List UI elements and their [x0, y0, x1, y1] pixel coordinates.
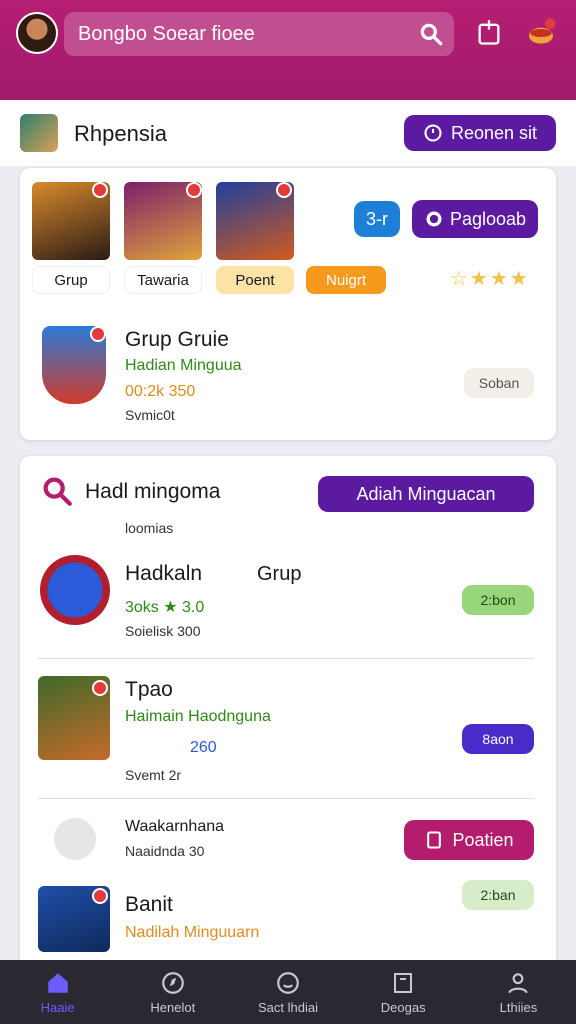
item-action-label: Poatien [452, 829, 514, 850]
chip-label: 2:ban [480, 887, 516, 903]
bottom-navigation: Haaie Henelot Sact lhdiai Deogas Lthiies [0, 960, 576, 1024]
item-meta: Svmic0t [125, 407, 175, 423]
item-action-button[interactable]: Poatien [404, 820, 534, 860]
item-stats: 260 [190, 739, 217, 756]
search-input-text[interactable]: Bongbo Soear fioee [78, 23, 255, 46]
user-avatar[interactable] [16, 12, 58, 54]
list-action-label: Adiah Minguacan [356, 483, 496, 504]
list-action-button[interactable]: Adiah Minguacan [318, 476, 534, 512]
item-title: Hadkaln [125, 562, 203, 585]
item-subtitle: Haimain Haodnguna [125, 708, 271, 725]
nav-label: Sact lhdiai [258, 999, 318, 1015]
tag-chip[interactable]: Tawaria [124, 266, 202, 294]
nav-home[interactable]: Haaie [0, 960, 115, 1024]
count-pill[interactable]: 3-r [354, 201, 400, 237]
notification-badge [92, 888, 108, 904]
tag-label: Grup [54, 271, 88, 289]
notification-badge [276, 182, 292, 198]
tag-chip[interactable]: Poent [216, 266, 294, 294]
nav-explore[interactable]: Henelot [115, 960, 230, 1024]
item-subtitle: Nadilah Minguuarn [125, 924, 260, 941]
item-title-extra: Grup [257, 563, 302, 585]
game-icon[interactable] [40, 555, 110, 625]
notification-badge [92, 680, 108, 696]
nav-label: Haaie [40, 999, 75, 1015]
item-action-chip[interactable]: 2:ban [462, 880, 534, 910]
nav-label: Henelot [150, 999, 196, 1015]
item-subtitle: Hadian Minguua [125, 357, 242, 374]
share-icon [478, 20, 500, 45]
item-meta: Svemt 2r [125, 767, 182, 783]
tag-chip[interactable]: Grup [32, 266, 110, 294]
item-title: Waakarnhana [125, 818, 225, 835]
item-subtitle: 3oks ★ 3.0 [125, 599, 205, 616]
user-icon [508, 972, 529, 993]
section-action-label: Reonen sit [450, 122, 538, 143]
search-icon[interactable] [418, 21, 444, 47]
nav-label: Lthiies [499, 999, 538, 1015]
divider [38, 798, 534, 799]
count-pill-label: 3-r [366, 208, 388, 229]
search-icon [43, 477, 72, 506]
section-action-button[interactable]: Reonen sit [404, 115, 556, 151]
home-icon [47, 972, 68, 993]
nav-profile[interactable]: Lthiies [461, 960, 576, 1024]
compass-icon [161, 971, 184, 994]
share-button[interactable] [472, 16, 506, 50]
chip-label: Soban [478, 375, 520, 391]
tag-label: Nuigrt [325, 271, 366, 289]
item-action-chip[interactable]: 8aon [462, 724, 534, 754]
placeholder-icon[interactable] [54, 818, 96, 860]
star-rating: ☆★★★ [450, 268, 530, 290]
nav-label: Deogas [380, 999, 426, 1015]
notification-badge [186, 182, 202, 198]
item-subtitle: Naaidnda 30 [125, 843, 205, 859]
list-title: Hadl mingoma [85, 480, 221, 503]
play-button-label: Paglooab [449, 208, 527, 229]
tag-label: Poent [235, 271, 275, 289]
tag-label: Tawaria [137, 271, 189, 289]
notification-badge [90, 326, 106, 342]
list-caption: loomias [125, 520, 174, 536]
search-bar[interactable]: Bongbo Soear fioee [64, 12, 454, 56]
item-title: Grup Gruie [125, 328, 229, 351]
nav-library[interactable]: Deogas [346, 960, 461, 1024]
gift-bowl-icon [529, 18, 556, 44]
item-action-chip[interactable]: Soban [464, 368, 534, 398]
globe-icon [426, 211, 442, 227]
chip-label: 8aon [482, 731, 514, 747]
section-thumbnail [20, 114, 58, 152]
item-title: Banit [125, 893, 173, 916]
tag-chip[interactable]: Nuigrt [306, 266, 386, 294]
nav-social[interactable]: Sact lhdiai [230, 960, 345, 1024]
book-icon [394, 972, 413, 993]
item-action-chip[interactable]: 2:bon [462, 585, 534, 615]
divider [38, 658, 534, 659]
item-title: Tpao [125, 678, 173, 701]
item-meta: Soielisk 300 [125, 623, 201, 639]
app-header: Bongbo Soear fioee [0, 0, 576, 100]
section-title: Rhpensia [74, 121, 167, 146]
play-button[interactable]: Paglooab [412, 200, 538, 238]
notification-badge [92, 182, 108, 198]
document-icon [427, 831, 442, 849]
chip-label: 2:bon [480, 592, 516, 608]
clock-icon [424, 124, 442, 142]
smile-icon [277, 971, 299, 994]
gift-button[interactable] [524, 16, 558, 50]
item-stats: 00:2k 350 [125, 383, 196, 400]
